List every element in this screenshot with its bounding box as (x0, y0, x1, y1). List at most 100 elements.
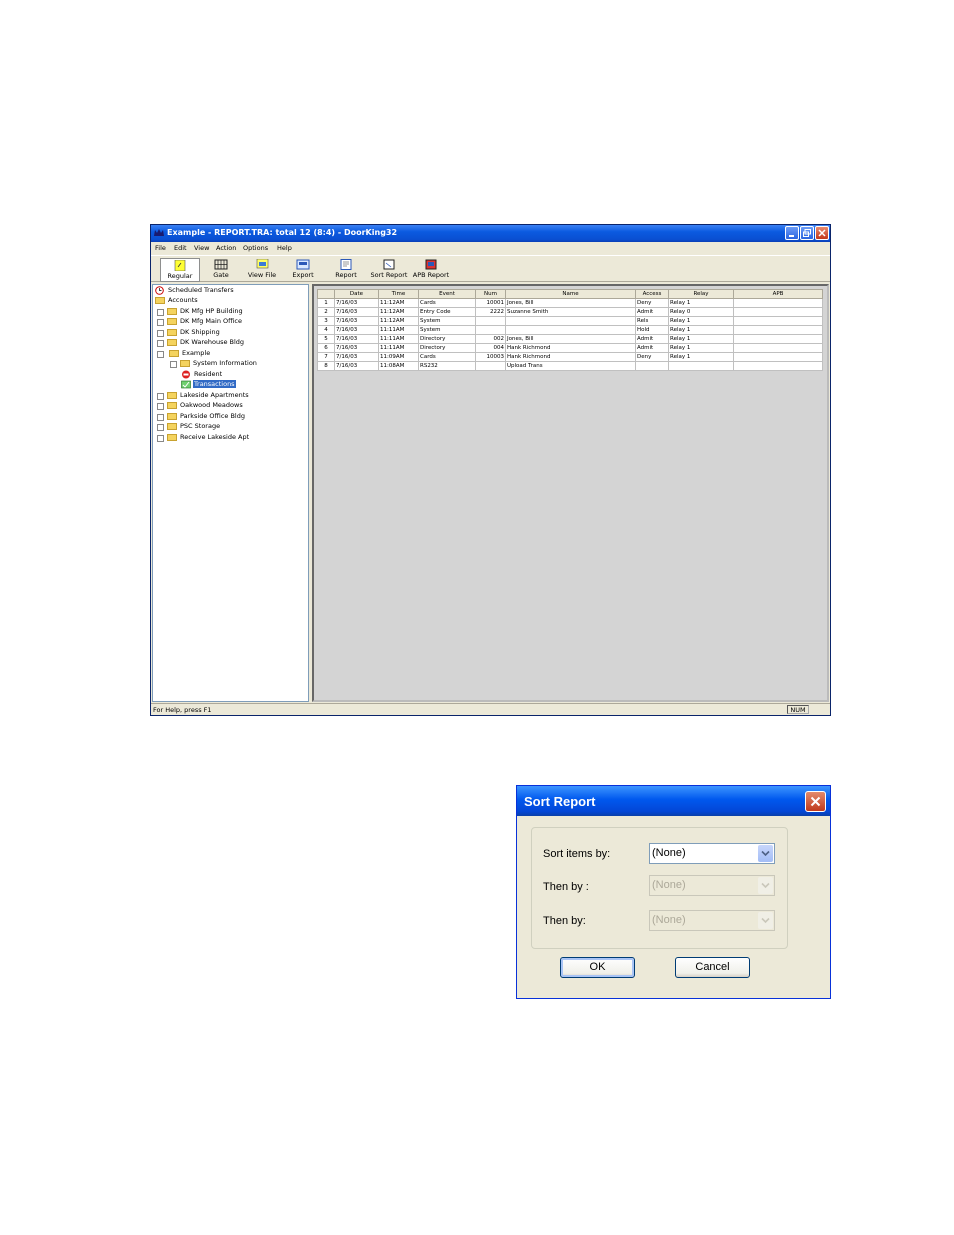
table-cell: Cards (418, 352, 476, 362)
table-cell (668, 361, 734, 371)
table-cell: 11:09AM (378, 352, 419, 362)
table-cell: 10001 (475, 298, 506, 308)
table-cell: Directory (418, 343, 476, 353)
column-header-time[interactable]: Time (378, 289, 419, 299)
expand-icon[interactable] (157, 329, 164, 337)
dialog-close-button[interactable] (805, 791, 826, 812)
table-row[interactable]: 3 7/16/03 11:12AM System Rels Relay 1 (317, 316, 823, 326)
table-row[interactable]: 7 7/16/03 11:09AM Cards 10003 Hank Richmond De… (317, 352, 823, 362)
menu-action[interactable]: Action (216, 244, 236, 252)
ok-button[interactable]: OK (560, 957, 635, 978)
sort-by-select[interactable]: (None) (649, 843, 775, 864)
table-cell (475, 316, 506, 326)
table-cell: Relay 1 (668, 334, 734, 344)
folder-icon (167, 402, 177, 409)
table-cell: 8 (317, 361, 335, 371)
expand-icon[interactable] (157, 340, 164, 347)
table-row[interactable]: 1 7/16/03 11:12AM Cards 10001 Jones, Bill Deny… (317, 298, 823, 308)
export-icon (296, 259, 310, 270)
title-bar[interactable]: Example - REPORT.TRA: total 12 (8:4) - D… (151, 225, 830, 242)
expand-icon[interactable] (157, 392, 164, 400)
column-header-name[interactable]: Name (505, 289, 636, 299)
table-row[interactable]: 8 7/16/03 11:08AM RS232 Upload Trans (317, 361, 823, 371)
table-cell: 11:12AM (378, 307, 419, 317)
expand-icon[interactable] (157, 403, 164, 410)
table-cell: System (418, 316, 476, 326)
close-button[interactable] (815, 226, 829, 240)
account-tree[interactable]: Scheduled Transfers Accounts DK Mfg HP B… (152, 284, 309, 702)
transactions-icon (181, 380, 191, 389)
table-cell (733, 316, 823, 326)
table-cell: Relay 1 (668, 352, 734, 362)
export-button[interactable]: Export (283, 258, 323, 282)
table-cell: 3 (317, 316, 335, 326)
table-cell: Upload Trans (505, 361, 636, 371)
table-cell (733, 325, 823, 335)
dialog-title-bar[interactable]: Sort Report (517, 786, 830, 816)
menu-help[interactable]: Help (277, 244, 292, 252)
table-row[interactable]: 6 7/16/03 11:11AM Directory 004 Hank Richmond… (317, 343, 823, 353)
cancel-button[interactable]: Cancel (675, 957, 750, 978)
apb-report-button[interactable]: APB Report (411, 258, 451, 282)
view-file-button[interactable]: View File (242, 258, 282, 282)
report-button[interactable]: Report (326, 258, 366, 282)
table-cell: Hank Richmond (505, 352, 636, 362)
table-cell: Admit (635, 343, 669, 353)
table-cell: 2 (317, 307, 335, 317)
table-cell: 2222 (475, 307, 506, 317)
menu-edit[interactable]: Edit (174, 244, 187, 252)
sort-by-label: Sort items by: (543, 848, 611, 860)
table-cell: Cards (418, 298, 476, 308)
table-cell: Entry Code (418, 307, 476, 317)
column-header-num[interactable]: Num (475, 289, 506, 299)
column-header-event[interactable]: Event (418, 289, 476, 299)
sort-report-button[interactable]: Sort Report (369, 258, 409, 282)
table-cell: Rels (635, 316, 669, 326)
collapse-icon[interactable] (157, 350, 164, 358)
table-row[interactable]: 2 7/16/03 11:12AM Entry Code 2222 Suzanne Smi… (317, 307, 823, 317)
table-cell: 6 (317, 343, 335, 353)
app-crown-icon (154, 229, 164, 236)
restore-button[interactable] (800, 226, 814, 240)
menu-file[interactable]: File (155, 244, 166, 252)
table-cell: Deny (635, 352, 669, 362)
expand-icon[interactable] (157, 424, 164, 431)
expand-icon[interactable] (157, 434, 164, 442)
table-cell (635, 361, 669, 371)
num-lock-indicator: NUM (787, 705, 809, 714)
expand-icon[interactable] (157, 413, 164, 421)
column-header-index[interactable] (317, 289, 335, 299)
dropdown-arrow-icon[interactable] (758, 845, 773, 862)
transaction-table: Date Time Event Num Name Access Relay AP… (317, 289, 823, 371)
menu-options[interactable]: Options (243, 244, 268, 252)
table-cell: Hold (635, 325, 669, 335)
folder-icon (167, 391, 177, 399)
gate-button[interactable]: Gate (201, 258, 241, 282)
table-cell (733, 307, 823, 317)
folder-open-icon (155, 297, 165, 304)
table-cell: Relay 1 (668, 298, 734, 308)
regular-button[interactable]: Regular (160, 258, 200, 282)
table-cell: 7/16/03 (334, 298, 379, 308)
table-cell: 11:12AM (378, 316, 419, 326)
folder-icon (167, 423, 177, 430)
table-cell: Suzanne Smith (505, 307, 636, 317)
transaction-grid[interactable]: Date Time Event Num Name Access Relay AP… (312, 284, 829, 702)
column-header-date[interactable]: Date (334, 289, 379, 299)
table-cell (505, 325, 636, 335)
table-row[interactable]: 5 7/16/03 11:11AM Directory 002 Jones, Bill Ad… (317, 334, 823, 344)
expand-icon[interactable] (170, 361, 177, 368)
column-header-access[interactable]: Access (635, 289, 669, 299)
column-header-relay[interactable]: Relay (668, 289, 734, 299)
close-icon (818, 229, 826, 237)
expand-icon[interactable] (157, 308, 164, 316)
table-row[interactable]: 4 7/16/03 11:11AM System Hold Relay 1 (317, 325, 823, 335)
menu-view[interactable]: View (194, 244, 209, 252)
table-cell: 002 (475, 334, 506, 344)
table-cell: Directory (418, 334, 476, 344)
column-header-apb[interactable]: APB (733, 289, 823, 299)
expand-icon[interactable] (157, 319, 164, 326)
minimize-button[interactable] (785, 226, 799, 240)
table-cell: 11:08AM (378, 361, 419, 371)
table-cell (475, 361, 506, 371)
